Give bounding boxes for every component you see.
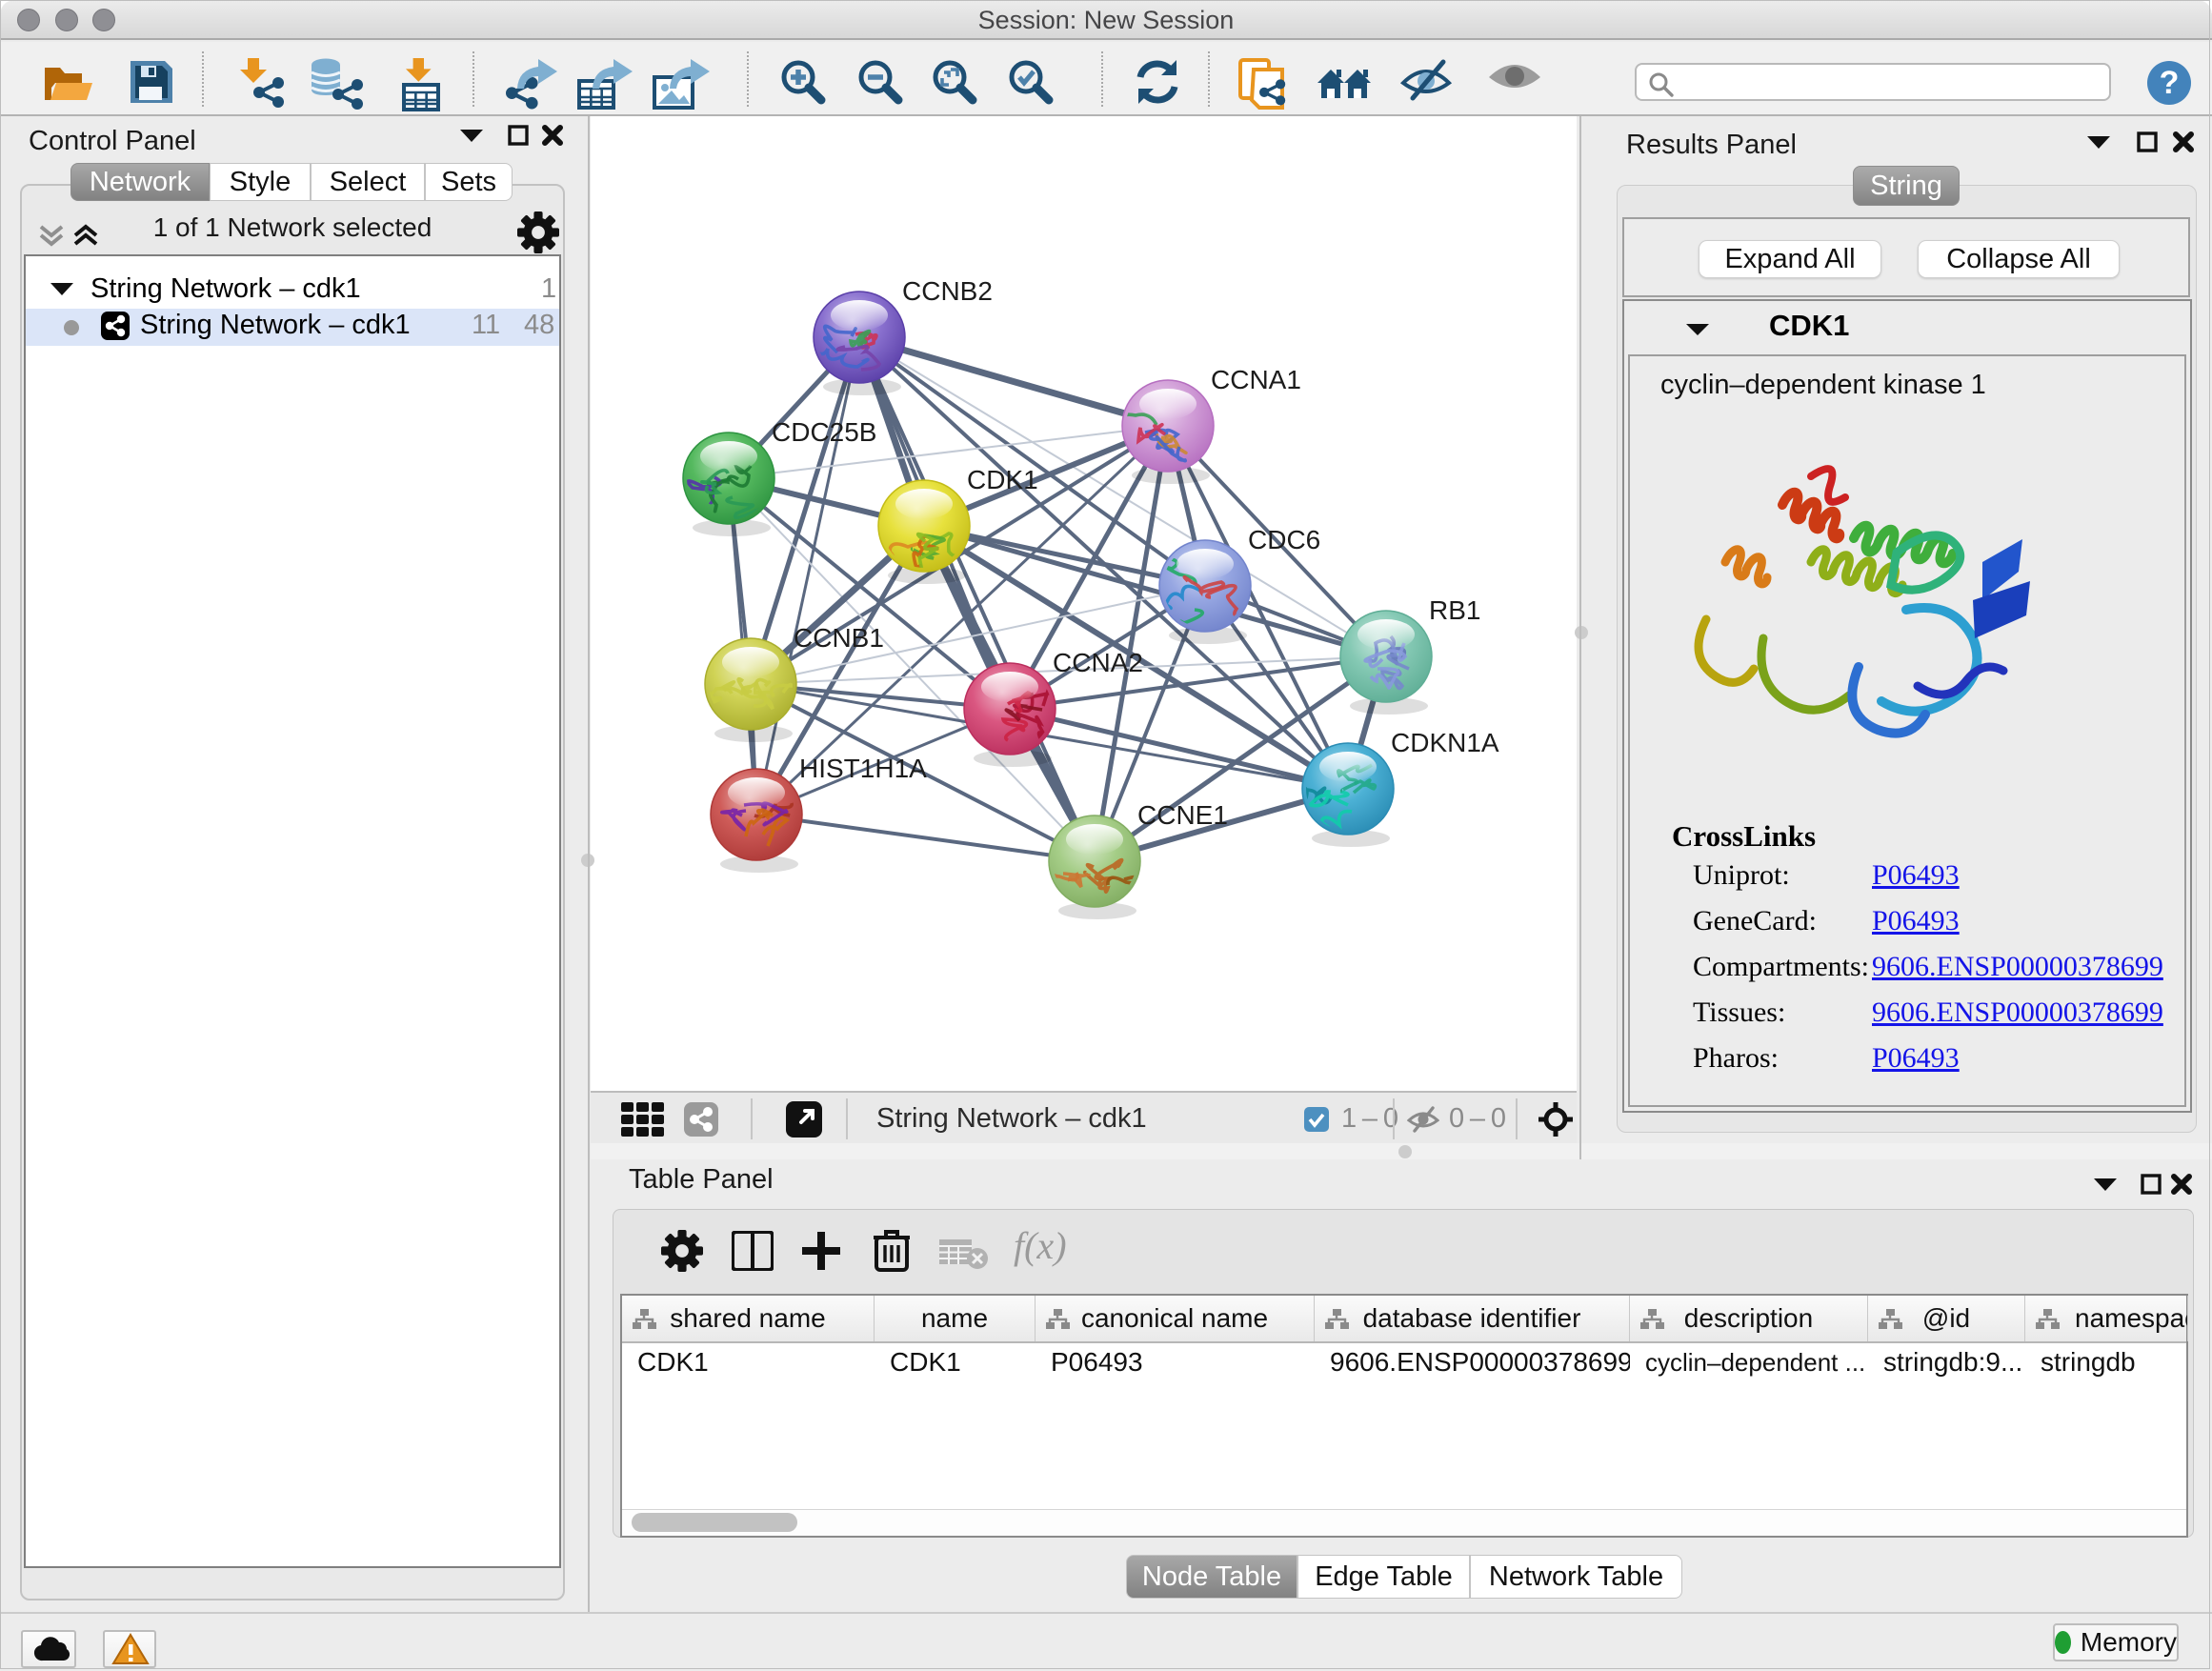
svg-text:CCNB1: CCNB1 [794,623,884,653]
svg-text:CCNB2: CCNB2 [902,276,993,306]
svg-text:CDK1: CDK1 [967,465,1038,494]
svg-text:HIST1H1A: HIST1H1A [799,754,927,783]
svg-text:CCNA1: CCNA1 [1211,365,1301,394]
svg-text:CDC6: CDC6 [1248,525,1320,554]
svg-text:CDKN1A: CDKN1A [1391,728,1499,757]
svg-text:RB1: RB1 [1429,595,1480,625]
svg-text:CDC25B: CDC25B [772,417,876,447]
svg-text:CCNE1: CCNE1 [1137,800,1228,830]
svg-text:CCNA2: CCNA2 [1053,648,1143,677]
